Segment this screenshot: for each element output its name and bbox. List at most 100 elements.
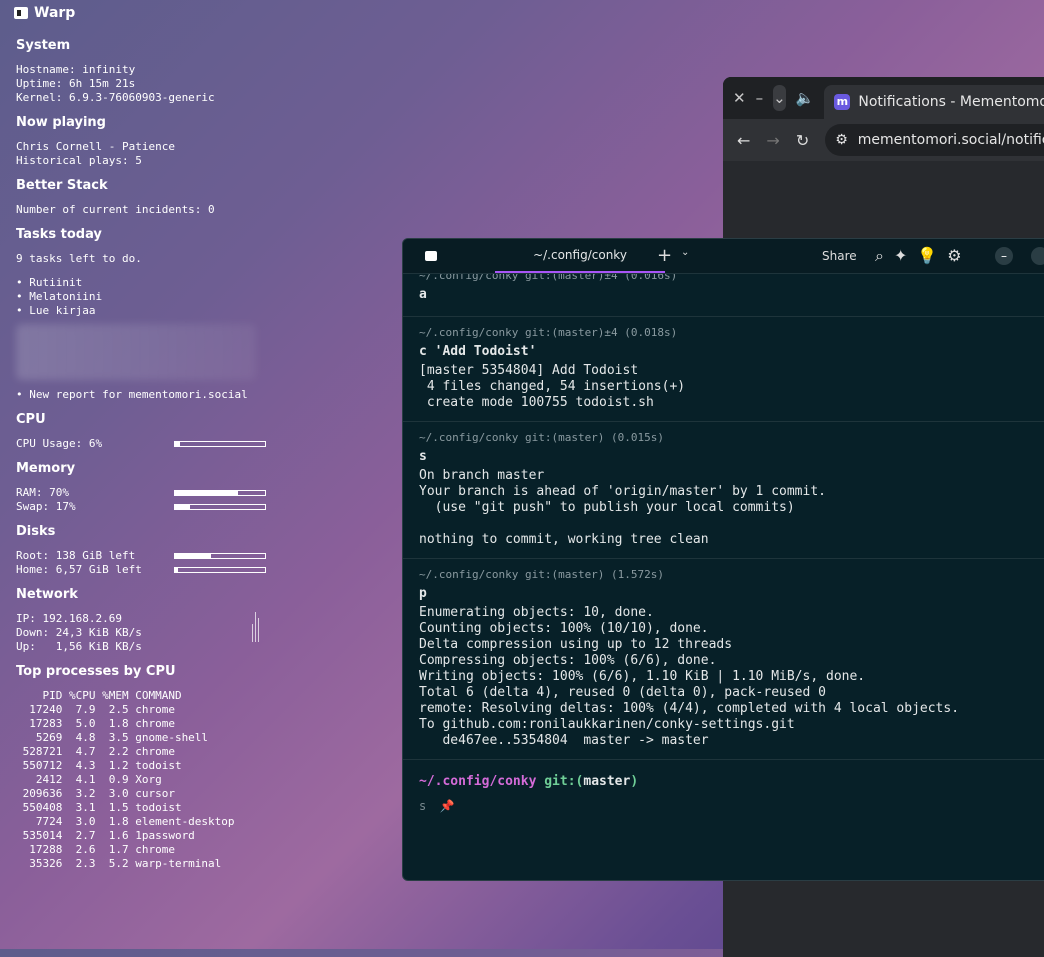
ai-sparkle-icon[interactable]: ✦ <box>894 246 907 266</box>
chevron-down-icon[interactable]: ⌄ <box>773 85 786 111</box>
section-title: Now playing <box>16 115 106 130</box>
chevron-down-icon[interactable]: ⌄ <box>681 247 689 258</box>
block-command: a <box>419 287 427 302</box>
top-processes-section: Top processes by CPU PID %CPU %MEM COMMA… <box>16 664 276 871</box>
home-disk-label: Home: 6,57 GiB left <box>16 563 142 576</box>
process-row: 5269 4.8 3.5 gnome-shell <box>16 731 209 744</box>
pin-icon[interactable]: 📌 <box>439 799 454 813</box>
home-disk-bar <box>174 567 266 573</box>
report-line: • New report for mementomori.social <box>16 388 248 401</box>
section-title: Top processes by CPU <box>16 664 176 679</box>
process-row: 7724 3.0 1.8 element-desktop <box>16 815 235 828</box>
uptime-line: Uptime: 6h 15m 21s <box>16 77 136 90</box>
section-title: Memory <box>16 461 76 476</box>
app-title: Warp <box>34 5 76 21</box>
process-row: 17288 2.6 1.7 chrome <box>16 843 175 856</box>
block-prompt: ~/.config/conky git:(master) (0.015s) <box>419 431 665 444</box>
new-tab-plus-icon[interactable]: + <box>657 245 672 266</box>
gear-icon[interactable]: ⚙ <box>947 246 961 266</box>
hostname-line: Hostname: infinity <box>16 63 136 76</box>
network-graph <box>252 612 266 642</box>
warp-logo-icon <box>14 7 28 19</box>
now-playing-section: Now playing Chris Cornell - Patience His… <box>16 115 276 168</box>
terminal-title-bar: ~/.config/conky + ⌄ Share ⌕ ✦ 💡 ⚙ – <box>403 239 1044 274</box>
command-block[interactable]: ~/.config/conky git:(master) (1.572s) p … <box>403 559 1044 760</box>
ram-bar <box>174 490 266 496</box>
root-disk-label: Root: 138 GiB left <box>16 549 136 562</box>
process-row: 209636 3.2 3.0 cursor <box>16 787 175 800</box>
process-row: 17283 5.0 1.8 chrome <box>16 717 175 730</box>
track-line: Chris Cornell - Patience <box>16 140 175 153</box>
browser-tab-bar: ✕ – ⌄ 🔈 m Notifications - Mementomori <box>723 77 1044 119</box>
command-block[interactable]: ~/.config/conky git:(master) (0.015s) s … <box>403 422 1044 559</box>
terminal-tab[interactable]: ~/.config/conky <box>495 239 665 273</box>
kernel-line: Kernel: 6.9.3-76060903-generic <box>16 91 215 104</box>
section-title: Tasks today <box>16 227 102 242</box>
reload-icon[interactable]: ↻ <box>796 131 809 150</box>
process-row: 550712 4.3 1.2 todoist <box>16 759 182 772</box>
cpu-section: CPU CPU Usage: 6% <box>16 412 276 451</box>
blurred-content <box>16 324 256 380</box>
back-icon[interactable]: ← <box>737 131 750 150</box>
speaker-icon[interactable]: 🔈 <box>796 89 815 107</box>
address-bar[interactable]: ⚙ mementomori.social/notifications <box>825 124 1044 156</box>
section-title: Better Stack <box>16 178 108 193</box>
ip-line: IP: 192.168.2.69 <box>16 612 122 625</box>
section-title: System <box>16 38 71 53</box>
task-item: • Lue kirjaa <box>16 304 96 317</box>
process-row: 17240 7.9 2.5 chrome <box>16 703 175 716</box>
ram-label: RAM: 70% <box>16 486 69 499</box>
mastodon-icon: m <box>834 94 851 110</box>
maximize-window-icon[interactable] <box>1031 247 1044 265</box>
block-command: s <box>419 449 427 464</box>
warp-logo-icon <box>425 251 437 261</box>
browser-nav-bar: ← → ↻ ⚙ mementomori.social/notifications <box>723 119 1044 161</box>
cpu-usage-bar <box>174 441 266 447</box>
block-output: Enumerating objects: 10, done. Counting … <box>419 605 960 748</box>
forward-icon[interactable]: → <box>766 131 779 150</box>
share-button[interactable]: Share <box>822 249 857 263</box>
memory-section: Memory RAM: 70% Swap: 17% <box>16 461 276 514</box>
root-disk-bar <box>174 553 266 559</box>
section-title: Disks <box>16 524 56 539</box>
top-bar: Warp <box>14 5 75 21</box>
block-prompt: ~/.config/conky git:(master)±4 (0.018s) <box>419 326 678 339</box>
up-line: Up: 1,56 KiB KB/s <box>16 640 142 653</box>
cpu-usage-label: CPU Usage: 6% <box>16 437 103 450</box>
block-output: On branch master Your branch is ahead of… <box>419 468 826 547</box>
better-stack-section: Better Stack Number of current incidents… <box>16 178 276 217</box>
search-icon[interactable]: ⌕ <box>875 246 884 266</box>
tab-title: Notifications - Mementomori <box>858 94 1044 110</box>
browser-tab-notifications[interactable]: m Notifications - Mementomori <box>824 85 1044 119</box>
prompt-git: git:( <box>544 774 584 789</box>
command-block[interactable]: ~/.config/conky git:(master)±4 (0.018s) … <box>403 317 1044 422</box>
lightbulb-icon[interactable]: 💡 <box>917 246 937 266</box>
process-table-header: PID %CPU %MEM COMMAND <box>16 689 182 702</box>
down-line: Down: 24,3 KiB KB/s <box>16 626 142 639</box>
section-title: CPU <box>16 412 46 427</box>
minimize-window-icon[interactable]: – <box>995 247 1013 265</box>
url-text: mementomori.social/notifications <box>857 132 1044 148</box>
typed-text: s <box>419 799 427 813</box>
process-row: 35326 2.3 5.2 warp-terminal <box>16 857 222 870</box>
conky-panel: System Hostname: infinity Uptime: 6h 15m… <box>16 38 276 881</box>
process-row: 2412 4.1 0.9 Xorg <box>16 773 162 786</box>
plays-line: Historical plays: 5 <box>16 154 142 167</box>
task-item: • Rutiinit <box>16 276 83 289</box>
network-section: Network IP: 192.168.2.69 Down: 24,3 KiB … <box>16 587 276 654</box>
terminal-input-area[interactable]: ~/.config/conky git:(master) s 📌 <box>403 760 1044 827</box>
swap-label: Swap: 17% <box>16 500 76 513</box>
site-settings-icon[interactable]: ⚙ <box>835 132 848 148</box>
minimize-icon[interactable]: – <box>756 89 764 107</box>
process-row: 535014 2.7 1.6 1password <box>16 829 195 842</box>
task-item: • Melatoniini <box>16 290 103 303</box>
input-prompt: ~/.config/conky git:(master) <box>419 774 1037 789</box>
block-command: c 'Add Todoist' <box>419 344 537 359</box>
close-icon[interactable]: ✕ <box>733 89 746 107</box>
block-command: p <box>419 586 427 601</box>
process-row: 550408 3.1 1.5 todoist <box>16 801 182 814</box>
command-input[interactable]: s 📌 <box>419 799 1037 813</box>
prompt-branch: master <box>583 774 631 789</box>
disks-section: Disks Root: 138 GiB left Home: 6,57 GiB … <box>16 524 276 577</box>
section-title: Network <box>16 587 78 602</box>
